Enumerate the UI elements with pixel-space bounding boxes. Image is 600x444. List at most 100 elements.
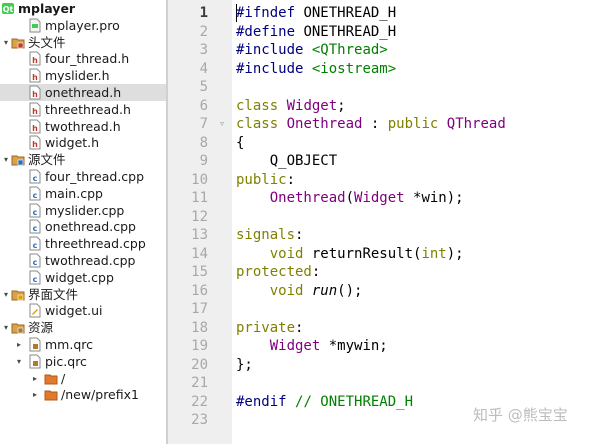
expand-arrow-icon[interactable]: ▾ (1, 319, 11, 336)
tree-item-pic-qrc[interactable]: ▾ pic.qrc (0, 353, 166, 370)
code-line: void returnResult(int); (269, 245, 464, 262)
tree-item-myslider-cpp[interactable]: c myslider.cpp (0, 202, 166, 219)
line-number: 12 (191, 208, 208, 225)
forms-folder-icon (11, 287, 25, 302)
tree-item-main-cpp[interactable]: c main.cpp (0, 185, 166, 202)
line-number: 3 (199, 42, 208, 58)
tree-item-label: four_thread.h (45, 51, 130, 67)
line-number: 4 (199, 60, 208, 77)
line-number: 22 (191, 393, 208, 410)
line-number: 2 (199, 23, 208, 40)
tree-item-资源[interactable]: ▾ 资源 (0, 319, 166, 336)
tree-item-label: 界面文件 (28, 286, 79, 302)
line-number: 9 (199, 153, 208, 169)
header-folder-icon (11, 35, 25, 50)
tree-item-界面文件[interactable]: ▾ 界面文件 (0, 286, 166, 303)
tree-item-label: mm.qrc (45, 337, 93, 352)
collapse-arrow-icon[interactable]: ▸ (30, 370, 40, 387)
tree-item-twothread-cpp[interactable]: c twothread.cpp (0, 252, 166, 269)
svg-text:h: h (32, 56, 38, 65)
tree-item-label: myslider.h (45, 68, 110, 84)
svg-text:h: h (32, 107, 38, 116)
tree-item-mplayer-pro[interactable]: mplayer.pro (0, 17, 166, 34)
tree-item-label: twothread.h (45, 118, 121, 134)
code-line: #define ONETHREAD_H (236, 23, 397, 40)
line-number: 16 (191, 282, 208, 299)
collapse-arrow-icon[interactable]: ▸ (14, 336, 24, 353)
h-file-icon: h (28, 68, 42, 83)
tree-item-widget-cpp[interactable]: c widget.cpp (0, 269, 166, 286)
tree-item-threethread-cpp[interactable]: c threethread.cpp (0, 235, 166, 252)
tree-item-[interactable]: ▸ / (0, 370, 166, 387)
code-line: private: (236, 319, 304, 336)
tree-item-threethread-h[interactable]: h threethread.h (0, 101, 166, 118)
line-number: 21 (191, 375, 208, 391)
expand-arrow-icon[interactable]: ▾ (1, 151, 11, 168)
tree-item-widget-ui[interactable]: widget.ui (0, 302, 166, 319)
svg-text:Qt: Qt (3, 5, 14, 14)
tree-item-onethread-cpp[interactable]: c onethread.cpp (0, 218, 166, 235)
fold-marker-icon[interactable]: ▿ (216, 115, 228, 134)
expand-arrow-icon[interactable]: ▾ (14, 353, 24, 370)
expand-arrow-icon[interactable]: ▾ (1, 34, 11, 51)
tree-item-label: myslider.cpp (45, 202, 125, 218)
ui-file-icon (28, 303, 42, 318)
svg-text:c: c (33, 208, 38, 217)
code-line: void run(); (269, 282, 363, 299)
line-number: 8 (199, 134, 208, 151)
code-line: public: (236, 171, 296, 188)
tree-item-four_thread-h[interactable]: h four_thread.h (0, 50, 166, 67)
svg-text:c: c (33, 224, 38, 233)
code-line: class Widget; (236, 97, 346, 114)
tree-item-label: 头文件 (28, 34, 66, 50)
tree-item-label: twothread.cpp (45, 253, 136, 268)
tree-item-label: four_thread.cpp (45, 169, 145, 184)
code-line: { (236, 134, 245, 151)
tree-item-myslider-h[interactable]: h myslider.h (0, 67, 166, 84)
line-number: 11 (191, 190, 208, 206)
tree-item-label: 源文件 (28, 152, 66, 168)
tree-item-mm-qrc[interactable]: ▸ mm.qrc (0, 336, 166, 353)
tree-item-label: widget.cpp (45, 269, 114, 285)
tree-item-mplayer[interactable]: Qt mplayer (0, 0, 166, 17)
svg-text:h: h (32, 124, 38, 133)
tree-item-new-prefix1[interactable]: ▸ /new/prefix1 (0, 386, 166, 403)
pro-file-icon (28, 18, 42, 33)
tree-item-label: 资源 (28, 320, 54, 336)
tree-item-label: pic.qrc (45, 353, 87, 369)
qrc-file-icon (28, 354, 42, 369)
code-line: Q_OBJECT (236, 153, 338, 169)
code-line: signals: (236, 227, 304, 243)
expand-arrow-icon[interactable]: ▾ (1, 286, 11, 303)
h-file-icon: h (28, 135, 42, 150)
tree-item-源文件[interactable]: ▾ 源文件 (0, 151, 166, 168)
tree-item-label: onethread.h (45, 85, 122, 100)
tree-item-label: threethread.cpp (45, 236, 146, 252)
cpp-file-icon: c (28, 203, 42, 218)
tree-item-widget-h[interactable]: h widget.h (0, 134, 166, 151)
h-file-icon: h (28, 119, 42, 134)
svg-text:c: c (33, 241, 38, 250)
code-line: Widget *mywin; (269, 338, 388, 354)
tree-item-four_thread-cpp[interactable]: c four_thread.cpp (0, 168, 166, 185)
collapse-arrow-icon[interactable]: ▸ (30, 386, 40, 403)
fold-marker-strip (214, 0, 232, 444)
tree-item-label: mplayer (18, 1, 76, 16)
source-folder-icon (11, 152, 25, 167)
tree-item-头文件[interactable]: ▾ 头文件 (0, 34, 166, 51)
tree-item-onethread-h[interactable]: h onethread.h (0, 84, 166, 101)
code-line: class Onethread : public QThread (236, 116, 506, 132)
tree-item-twothread-h[interactable]: h twothread.h (0, 118, 166, 135)
line-number: 23 (191, 412, 208, 428)
code-line: #include <iostream> (236, 60, 397, 77)
cpp-file-icon: c (28, 219, 42, 234)
line-number: 20 (191, 356, 208, 373)
code-line: Onethread(Widget *win); (269, 190, 464, 206)
svg-text:h: h (32, 73, 38, 82)
code-line: #include <QThread> (236, 42, 388, 58)
qt-project-icon: Qt (1, 1, 15, 16)
line-number: 19 (191, 338, 208, 354)
prefix-folder-icon (44, 371, 58, 386)
svg-text:h: h (32, 140, 38, 149)
code-line: #endif // ONETHREAD_H (236, 393, 414, 410)
